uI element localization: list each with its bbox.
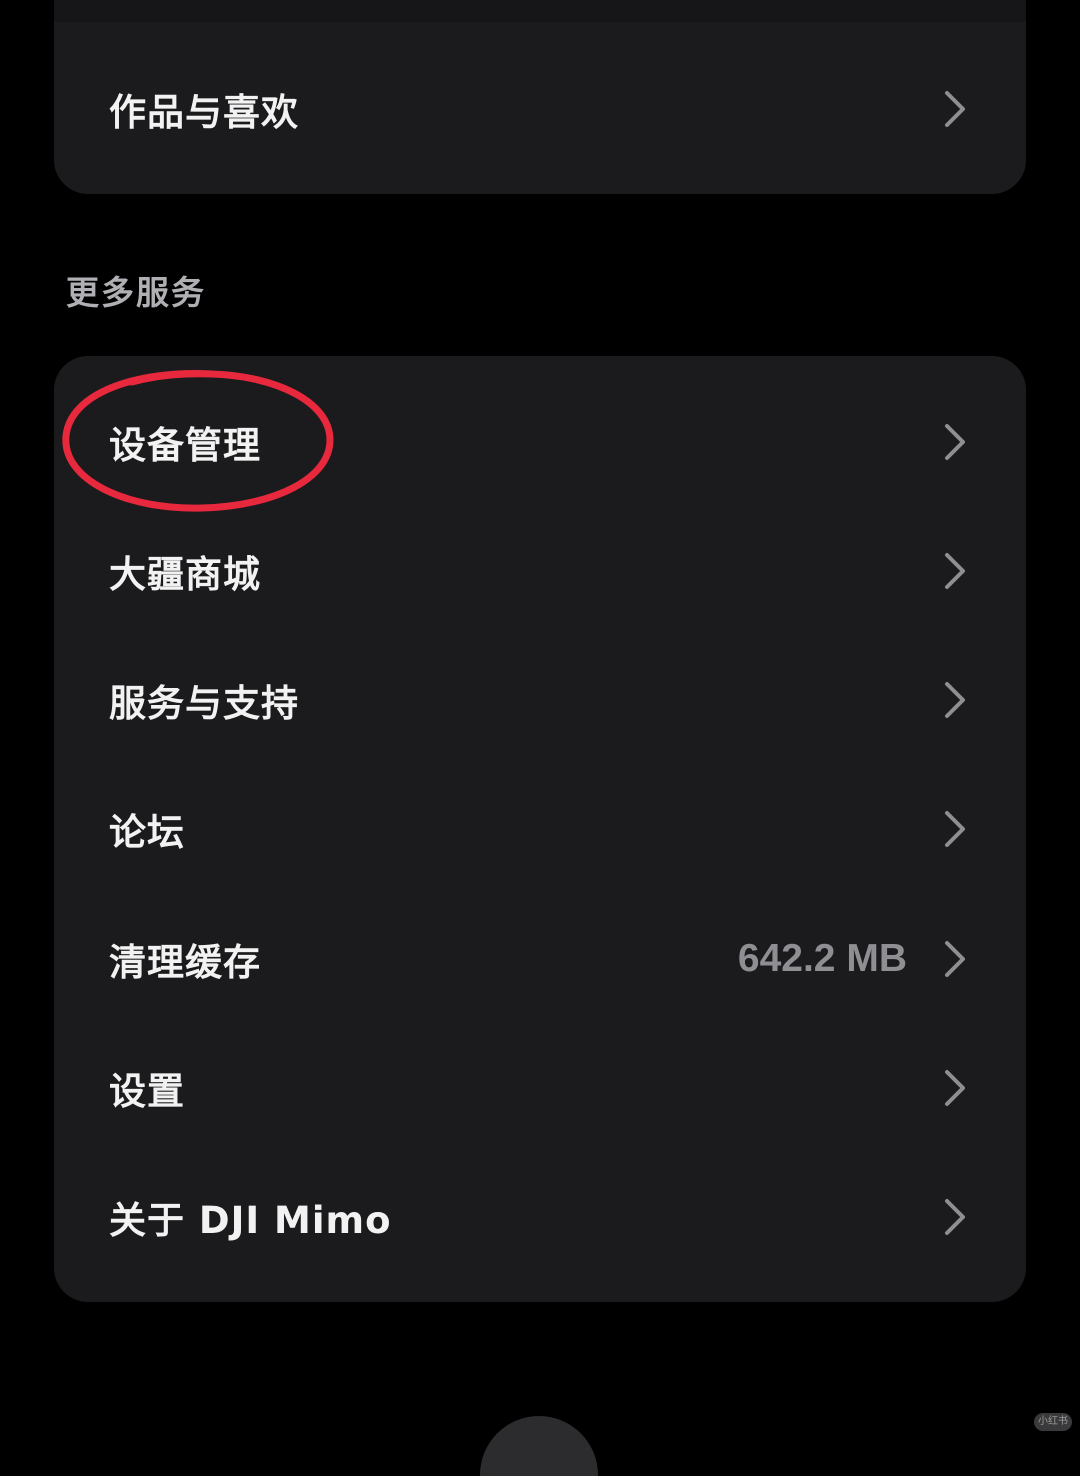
chevron-right-icon bbox=[945, 810, 965, 847]
profile-card: 作品与喜欢 bbox=[54, 0, 1026, 194]
chevron-right-icon bbox=[945, 940, 965, 977]
chevron-right-icon bbox=[945, 552, 965, 589]
chevron-right-icon bbox=[945, 90, 965, 127]
menu-item-label: 关于 DJI Mimo bbox=[109, 1198, 392, 1242]
chevron-right-icon bbox=[945, 681, 965, 718]
menu-item-label: 服务与支持 bbox=[109, 681, 299, 725]
chevron-right-icon bbox=[945, 423, 965, 460]
menu-item-label: 论坛 bbox=[109, 810, 185, 854]
card-separator bbox=[54, 0, 1026, 22]
menu-item-works-and-likes[interactable]: 作品与喜欢 bbox=[54, 44, 1026, 173]
menu-item-dji-store[interactable]: 大疆商城 bbox=[54, 506, 1026, 635]
menu-item-label: 清理缓存 bbox=[109, 940, 261, 984]
menu-item-label: 设备管理 bbox=[109, 423, 261, 467]
watermark-logo: 小红书 bbox=[1034, 1413, 1072, 1431]
menu-item-clear-cache[interactable]: 清理缓存 642.2 MB bbox=[54, 894, 1026, 1023]
menu-item-label: 大疆商城 bbox=[109, 552, 261, 596]
more-services-card: 设备管理 大疆商城 服务与支持 论坛 清理缓存 642.2 MB 设置 关于 D… bbox=[54, 356, 1026, 1302]
cache-size-value: 642.2 MB bbox=[737, 936, 907, 980]
menu-item-service-and-support[interactable]: 服务与支持 bbox=[54, 635, 1026, 764]
menu-item-label: 设置 bbox=[109, 1069, 185, 1113]
menu-item-about[interactable]: 关于 DJI Mimo bbox=[54, 1152, 1026, 1281]
section-title-more-services: 更多服务 bbox=[66, 273, 206, 312]
menu-item-settings[interactable]: 设置 bbox=[54, 1023, 1026, 1152]
home-button[interactable] bbox=[480, 1416, 598, 1476]
menu-item-forum[interactable]: 论坛 bbox=[54, 764, 1026, 893]
chevron-right-icon bbox=[945, 1198, 965, 1235]
menu-item-device-management[interactable]: 设备管理 bbox=[54, 377, 1026, 506]
chevron-right-icon bbox=[945, 1069, 965, 1106]
menu-item-label: 作品与喜欢 bbox=[109, 90, 299, 134]
